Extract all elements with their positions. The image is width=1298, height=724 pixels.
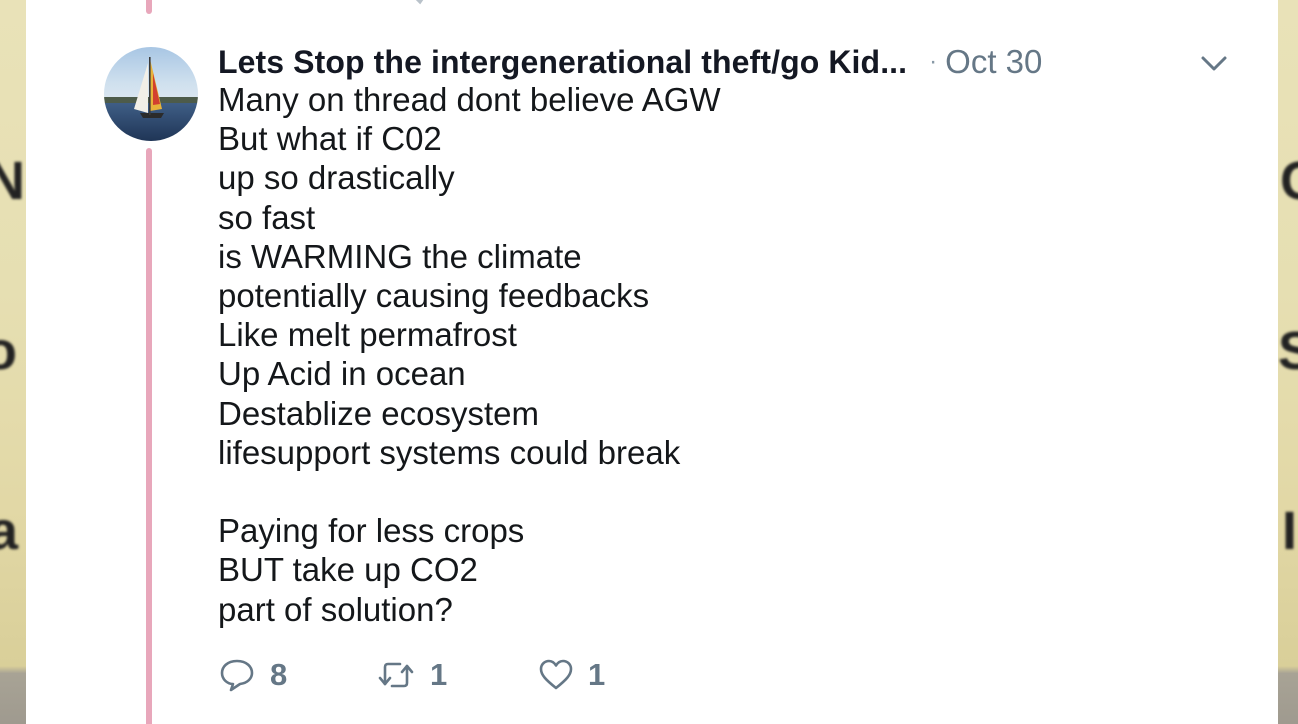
tweet-line: part of solution? (218, 590, 453, 628)
heart-icon (538, 658, 574, 692)
tweet-line: BUT take up CO2 (218, 551, 478, 589)
reply-icon (218, 657, 256, 693)
like-button[interactable]: 1 (538, 657, 605, 693)
tweet-line: But what if C02 (218, 120, 442, 158)
tweet-line: Paying for less crops (218, 512, 525, 550)
background-glyph: a (0, 501, 19, 561)
reply-button[interactable]: 8 (218, 657, 376, 693)
tweet-text: Many on thread dont believe AGW But what… (218, 80, 721, 629)
retweet-icon (376, 658, 416, 692)
background-right-strip: C S I (1276, 0, 1298, 724)
retweet-button[interactable]: 1 (376, 657, 538, 693)
reply-count: 8 (270, 657, 288, 692)
tweet-line: Like melt permafrost (218, 316, 517, 354)
tweet-line: potentially causing feedbacks (218, 277, 650, 315)
background-glyph: C (1280, 150, 1298, 212)
thread-line-top (146, 0, 152, 14)
tweet-header: Lets Stop the intergenerational theft/go… (218, 40, 1228, 84)
header-separator: · (929, 48, 938, 75)
tweet-date[interactable]: Oct 30 (945, 43, 1042, 81)
background-glyph: o (0, 321, 17, 381)
tweet-panel: Lets Stop the intergenerational theft/go… (26, 0, 1278, 724)
avatar-sailboat-image (104, 47, 198, 141)
previous-actions-icons (415, 0, 424, 5)
avatar[interactable] (104, 47, 198, 141)
tweet-line: Up Acid in ocean (218, 355, 466, 393)
retweet-count: 1 (430, 657, 448, 692)
previous-tweet-actions (226, 0, 646, 6)
chevron-down-icon[interactable] (1200, 52, 1228, 74)
tweet-line: up so drastically (218, 159, 455, 197)
background-glyph: N (0, 151, 25, 211)
like-count: 1 (588, 657, 606, 692)
background-glyph: S (1278, 321, 1298, 381)
tweet-line: Destablize ecosystem (218, 394, 539, 432)
tweet-line: Many on thread dont believe AGW (218, 81, 721, 118)
tweet-line: lifesupport systems could break (218, 433, 681, 471)
background-glyph: I (1282, 501, 1298, 561)
thread-line (146, 148, 152, 724)
tweet-actions: 8 1 1 (218, 652, 605, 698)
tweet-line: so fast (218, 198, 316, 236)
background-left-strip: N o a (0, 0, 26, 724)
author-name[interactable]: Lets Stop the intergenerational theft/go… (218, 44, 907, 81)
tweet-line: is WARMING the climate (218, 237, 582, 275)
